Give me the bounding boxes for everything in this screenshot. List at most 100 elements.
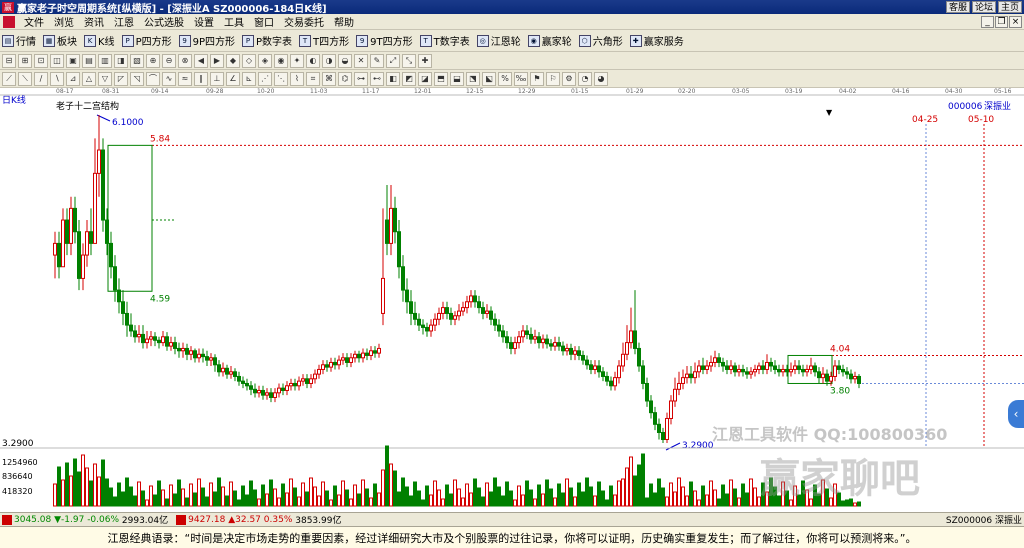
analysis-tool-icon[interactable]: ⋱ [274,71,288,86]
analysis-tool-icon[interactable]: ◪ [418,71,432,86]
analysis-tool-icon[interactable]: ⬕ [482,71,496,86]
analysis-tool-icon[interactable]: ⊿ [66,71,80,86]
toolbar-t-table[interactable]: T T数字表 [419,33,470,48]
forum-link[interactable]: 论坛 [971,1,996,13]
analysis-tool-icon[interactable]: ⌒ [146,71,160,86]
menu-tools[interactable]: 工具 [219,14,249,29]
analysis-tool-icon[interactable]: ⌗ [306,71,320,86]
menu-browse[interactable]: 浏览 [49,14,79,29]
analysis-tool-icon[interactable]: ⌇ [290,71,304,86]
toolbar-t-square[interactable]: T T四方形 [299,33,349,48]
drawing-tool-icon[interactable]: ▶ [210,53,224,68]
menu-formula[interactable]: 公式选股 [139,14,189,29]
drawing-tool-icon[interactable]: ⊗ [178,53,192,68]
analysis-tool-icon[interactable]: ∥ [194,71,208,86]
customer-service-link[interactable]: 客服 [945,1,970,13]
drawing-tool-icon[interactable]: ⊕ [146,53,160,68]
analysis-tool-icon[interactable]: ◕ [594,71,608,86]
analysis-tool-icon[interactable]: ‰ [514,71,528,86]
analysis-tool-icon[interactable]: ⌬ [338,71,352,86]
drawing-tool-icon[interactable]: ✕ [354,53,368,68]
analysis-tool-icon[interactable]: △ [82,71,96,86]
analysis-tool-icon[interactable]: ⋰ [258,71,272,86]
analysis-tool-icon[interactable]: ◸ [114,71,128,86]
analysis-tool-icon[interactable]: ⌘ [322,71,336,86]
drawing-tool-icon[interactable]: ◐ [306,53,320,68]
analysis-tool-icon[interactable]: ⟋ [2,71,16,86]
minimize-icon[interactable]: _ [981,15,994,28]
drawing-tool-icon[interactable]: ◑ [322,53,336,68]
candle-body [61,219,65,268]
analysis-tool-icon[interactable]: ⚑ [530,71,544,86]
drawing-tool-icon[interactable]: ✦ [290,53,304,68]
drawing-tool-icon[interactable]: ⤢ [386,53,400,68]
drawing-tool-icon[interactable]: ✚ [418,53,432,68]
analysis-tool-icon[interactable]: ▽ [98,71,112,86]
side-expand-button[interactable]: ‹ [1008,400,1024,428]
status-bar: 3045.08 ▼ -1.97 -0.06% 2993.04亿 9427.18 ▲… [0,512,1024,526]
analysis-tool-icon[interactable]: % [498,71,512,86]
drawing-tool-icon[interactable]: ◈ [258,53,272,68]
menu-window[interactable]: 窗口 [249,14,279,29]
menu-file[interactable]: 文件 [19,14,49,29]
toolbar-kline[interactable]: K K线 [84,33,115,48]
menu-info[interactable]: 资讯 [79,14,109,29]
drawing-tool-icon[interactable]: ▥ [98,53,112,68]
close-icon[interactable]: × [1009,15,1022,28]
drawing-tool-icon[interactable]: ▣ [66,53,80,68]
drawing-tool-icon[interactable]: ◀ [194,53,208,68]
drawing-tool-icon[interactable]: ◉ [274,53,288,68]
analysis-tool-icon[interactable]: ∖ [50,71,64,86]
drawing-tool-icon[interactable]: ◒ [338,53,352,68]
drawing-tool-icon[interactable]: ✎ [370,53,384,68]
analysis-tool-icon[interactable]: ⬒ [434,71,448,86]
drawing-tool-icon[interactable]: ⊞ [18,53,32,68]
analysis-tool-icon[interactable]: ⊾ [242,71,256,86]
analysis-tool-icon[interactable]: ≈ [178,71,192,86]
drawing-tool-icon[interactable]: ◨ [114,53,128,68]
toolbar-sector[interactable]: ▦ 板块 [43,33,77,48]
restore-icon[interactable]: ❐ [995,15,1008,28]
menu-trade[interactable]: 交易委托 [279,14,329,29]
drawing-tool-icon[interactable]: ◇ [242,53,256,68]
drawing-tool-icon[interactable]: ▤ [82,53,96,68]
toolbar-hexagon[interactable]: ⬡ 六角形 [578,33,623,48]
drawing-tool-icon[interactable]: ◆ [226,53,240,68]
drawing-tool-icon[interactable]: ⤡ [402,53,416,68]
analysis-tool-icon[interactable]: ◩ [402,71,416,86]
analysis-tool-icon[interactable]: ∿ [162,71,176,86]
analysis-tool-icon[interactable]: ⊷ [370,71,384,86]
drawing-tool-icon[interactable]: ⊖ [162,53,176,68]
analysis-tool-icon[interactable]: ⟍ [18,71,32,86]
drawing-tool-icon[interactable]: ⊡ [34,53,48,68]
analysis-tool-icon[interactable]: ◹ [130,71,144,86]
analysis-tool-icon[interactable]: ◧ [386,71,400,86]
analysis-tool-icon[interactable]: ⚙ [562,71,576,86]
analysis-tool-icon[interactable]: ◔ [578,71,592,86]
analysis-tool-icon[interactable]: ∕ [34,71,48,86]
menu-help[interactable]: 帮助 [329,14,359,29]
drawing-tool-icon[interactable]: ▧ [130,53,144,68]
toolbar-9t-square[interactable]: 9 9T四方形 [356,33,413,48]
toolbar-quote[interactable]: ▤ 行情 [2,33,36,48]
date-tick-label: 03-19 [785,88,803,95]
toolbar-gann-wheel[interactable]: ◎ 江恩轮 [476,33,521,48]
toolbar-p-table[interactable]: P P数字表 [242,33,292,48]
drawing-tool-icon[interactable]: ◫ [50,53,64,68]
toolbar-9p-square[interactable]: 9 9P四方形 [178,33,235,48]
menu-gann[interactable]: 江恩 [109,14,139,29]
toolbar-service[interactable]: ✚ 赢家服务 [629,33,684,48]
volume-bar [685,495,689,507]
analysis-tool-icon[interactable]: ⬓ [450,71,464,86]
analysis-tool-icon[interactable]: ⊶ [354,71,368,86]
analysis-tool-icon[interactable]: ∠ [226,71,240,86]
menu-settings[interactable]: 设置 [189,14,219,29]
date-tick-label: 12-01 [414,88,432,95]
analysis-tool-icon[interactable]: ⚐ [546,71,560,86]
analysis-tool-icon[interactable]: ⊥ [210,71,224,86]
analysis-tool-icon[interactable]: ⬔ [466,71,480,86]
toolbar-p-square[interactable]: P P四方形 [121,33,172,48]
toolbar-winner-wheel[interactable]: ◉ 赢家轮 [527,33,572,48]
homepage-link[interactable]: 主页 [997,1,1022,13]
drawing-tool-icon[interactable]: ⊟ [2,53,16,68]
